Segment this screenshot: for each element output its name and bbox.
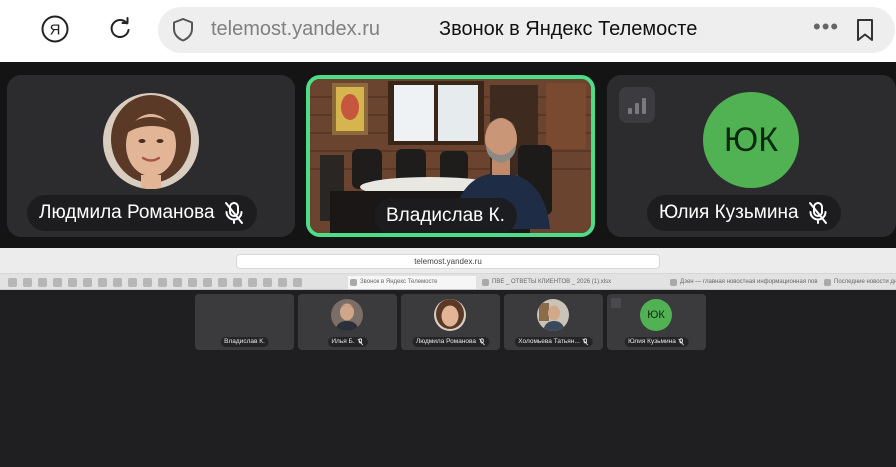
connection-signal-icon bbox=[619, 87, 655, 123]
shared-toolbar-icon bbox=[128, 278, 137, 287]
shared-participant-avatar bbox=[434, 299, 466, 331]
person-portrait-icon bbox=[537, 299, 569, 331]
participant-nameplate: Юлия Кузьмина bbox=[647, 195, 841, 231]
mic-muted-icon bbox=[357, 338, 363, 346]
shared-participant-name: Юлия Кузьмина bbox=[628, 338, 676, 345]
shared-participant-avatar bbox=[537, 299, 569, 331]
shared-toolbar-icon bbox=[53, 278, 62, 287]
shared-participant-tile: Илья Б. bbox=[298, 294, 397, 350]
participant-nameplate: Владислав К. bbox=[374, 198, 517, 233]
bookmark-icon[interactable] bbox=[855, 18, 875, 42]
shared-participant-nameplate: Владислав К. bbox=[220, 337, 269, 347]
mic-muted-icon bbox=[224, 202, 243, 224]
participant-name: Юлия Кузьмина bbox=[659, 202, 799, 223]
avatar-initials: ЮК bbox=[647, 309, 665, 321]
shared-toolbar-icon bbox=[233, 278, 242, 287]
participant-nameplate: Людмила Романова bbox=[27, 195, 257, 231]
reload-icon bbox=[110, 17, 130, 38]
shared-participant-tile: Людмила Романова bbox=[401, 294, 500, 350]
shared-participant-name: Людмила Романова bbox=[415, 338, 477, 345]
participant-avatar bbox=[103, 93, 199, 189]
shared-participant-nameplate: Юлия Кузьмина bbox=[624, 337, 689, 347]
shared-toolbar-icon bbox=[68, 278, 77, 287]
shared-participant-nameplate: Людмила Романова bbox=[411, 337, 490, 347]
shared-participant-name: Холомьева Татьян... bbox=[518, 338, 580, 345]
shared-participant-name: Илья Б. bbox=[331, 338, 355, 345]
participant-name: Людмила Романова bbox=[39, 202, 215, 223]
meeting-grid: Людмила Романова Владислав К. ЮК Юлия Ку… bbox=[0, 62, 896, 248]
yandex-logo-letter: Я bbox=[50, 22, 61, 39]
page-title: Звонок в Яндекс Телемосте bbox=[439, 18, 698, 40]
address-domain: telemost.yandex.ru bbox=[211, 18, 380, 40]
shared-toolbar-icon bbox=[83, 278, 92, 287]
shared-address-bar: telemost.yandex.ru bbox=[236, 254, 660, 269]
shared-toolbar-icon bbox=[248, 278, 257, 287]
address-bar[interactable]: telemost.yandex.ru Звонок в Яндекс Телем… bbox=[158, 7, 895, 53]
shared-tab: Дзен — главная новостная информационная … bbox=[668, 276, 818, 289]
mic-muted-icon bbox=[478, 338, 485, 346]
participant-tile-active[interactable]: Владислав К. bbox=[306, 75, 595, 237]
shared-participant-avatar-initials: ЮК bbox=[640, 299, 672, 331]
shared-toolbar-icon bbox=[263, 278, 272, 287]
shared-toolbar-icon bbox=[158, 278, 167, 287]
shared-toolbar-icon bbox=[143, 278, 152, 287]
shared-toolbar-icon bbox=[173, 278, 182, 287]
woman-portrait-icon bbox=[103, 93, 199, 189]
participant-name: Владислав К. bbox=[386, 205, 505, 226]
participant-avatar-initials: ЮК bbox=[703, 92, 799, 188]
shared-participant-avatar bbox=[331, 299, 363, 331]
participant-tile[interactable]: ЮК Юлия Кузьмина bbox=[607, 75, 896, 237]
shared-toolbar-icon bbox=[293, 278, 302, 287]
shared-tab: Звонок в Яндекс Телемосте bbox=[348, 276, 476, 289]
shared-tab: ПВЕ _ ОТВЕТЫ КЛИЕНТОВ _ 2026 (1).xlsx bbox=[480, 276, 665, 289]
shared-toolbar-icon bbox=[113, 278, 122, 287]
shared-browser-toolbar: telemost.yandex.ru bbox=[0, 248, 896, 274]
mic-muted-icon bbox=[808, 202, 827, 224]
shared-participant-tile: Холомьева Татьян... bbox=[504, 294, 603, 350]
shared-toolbar-icon bbox=[278, 278, 287, 287]
yandex-logo-icon: Я bbox=[41, 15, 69, 43]
reload-button[interactable] bbox=[102, 11, 138, 47]
woman-portrait-icon bbox=[434, 299, 466, 331]
connection-signal-icon bbox=[611, 298, 621, 308]
shared-participant-tile: ЮК Юлия Кузьмина bbox=[607, 294, 706, 350]
browser-toolbar: Я telemost.yandex.ru Звонок в Яндекс Тел… bbox=[0, 0, 896, 62]
shared-tab: Последние новости дн bbox=[822, 276, 896, 289]
yandex-logo-button[interactable]: Я bbox=[37, 11, 73, 47]
shared-participant-tile: Владислав К. bbox=[195, 294, 294, 350]
shared-toolbar-icon bbox=[8, 278, 17, 287]
shared-toolbar-icon bbox=[23, 278, 32, 287]
site-security-shield-icon[interactable] bbox=[171, 17, 195, 43]
participant-tile[interactable]: Людмила Романова bbox=[7, 75, 295, 237]
screen: Я telemost.yandex.ru Звонок в Яндекс Тел… bbox=[0, 0, 896, 467]
shared-toolbar-icon bbox=[203, 278, 212, 287]
shared-toolbar-icon bbox=[38, 278, 47, 287]
shared-participant-name: Владислав К. bbox=[224, 338, 265, 345]
shared-meeting-grid: Владислав К. Илья Б. Людмила Романова Хо… bbox=[0, 290, 896, 467]
shared-tab-strip: Звонок в Яндекс Телемосте ПВЕ _ ОТВЕТЫ К… bbox=[0, 274, 896, 290]
mic-muted-icon bbox=[678, 338, 685, 346]
shared-address-domain: telemost.yandex.ru bbox=[414, 257, 482, 266]
shared-participant-nameplate: Илья Б. bbox=[327, 337, 368, 347]
shared-participant-nameplate: Холомьева Татьян... bbox=[514, 337, 593, 347]
shared-toolbar-icon bbox=[218, 278, 227, 287]
avatar-initials: ЮК bbox=[723, 120, 779, 159]
man-portrait-icon bbox=[331, 299, 363, 331]
mic-muted-icon bbox=[582, 338, 589, 346]
more-menu-button[interactable]: ••• bbox=[813, 14, 839, 40]
shared-toolbar-icon bbox=[98, 278, 107, 287]
shared-toolbar-icon bbox=[188, 278, 197, 287]
shared-screen: telemost.yandex.ru Звонок в Яндекс Телем… bbox=[0, 248, 896, 467]
